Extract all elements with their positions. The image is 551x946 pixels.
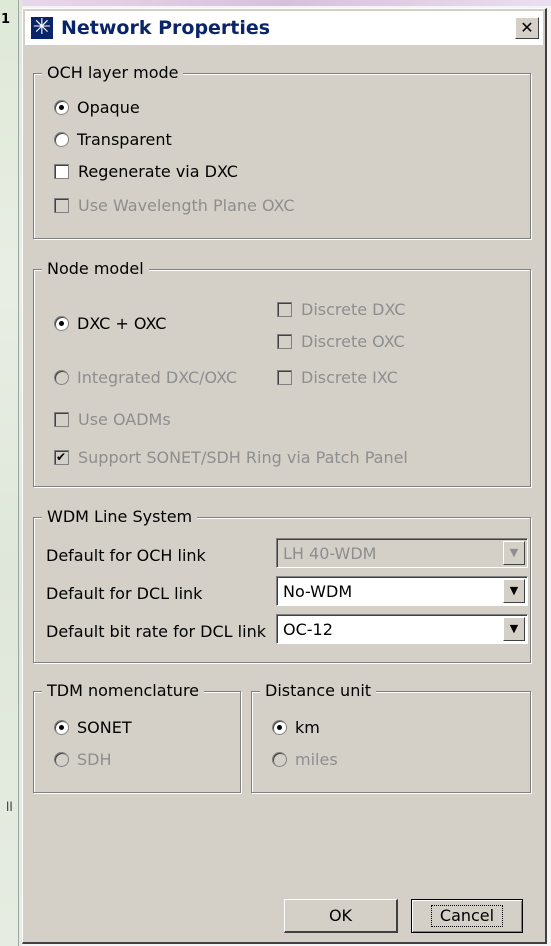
opaque-option[interactable]: Opaque: [54, 96, 140, 118]
sonet-radio[interactable]: [54, 719, 69, 735]
screen: 1 ll ✳ Network Properties ✕ OCH layer mo…: [0, 0, 551, 946]
wavelength-plane-option: Use Wavelength Plane OXC: [54, 194, 294, 216]
km-label: km: [295, 717, 320, 737]
tdm-nomenclature-group: TDM nomenclature SONET SDH: [33, 681, 241, 793]
transparent-option[interactable]: Transparent: [54, 128, 172, 150]
regenerate-checkbox[interactable]: [54, 163, 69, 179]
background-divider: [18, 0, 19, 946]
dcl-link-combo[interactable]: No-WDM ▼: [276, 576, 528, 606]
dxc-oxc-label: DXC + OXC: [77, 313, 167, 333]
wavelength-plane-checkbox: [54, 197, 69, 213]
discrete-ixc-checkbox: [277, 369, 292, 385]
background-marker: 1: [1, 12, 11, 27]
dxc-oxc-radio[interactable]: [54, 315, 69, 331]
node-model-group: Node model DXC + OXC Integrated DXC/OXC …: [33, 259, 531, 487]
sdh-label: SDH: [77, 749, 112, 769]
opaque-label: Opaque: [77, 97, 140, 117]
och-link-label: Default for OCH link: [46, 546, 206, 565]
regenerate-label: Regenerate via DXC: [78, 161, 238, 181]
och-link-value: LH 40-WDM: [283, 544, 377, 563]
dcl-bitrate-combo[interactable]: OC-12 ▼: [276, 614, 528, 644]
network-star-icon: ✳: [31, 15, 53, 40]
och-link-dropdown-arrow-icon: ▼: [503, 541, 525, 565]
discrete-dxc-label: Discrete DXC: [301, 299, 406, 319]
dcl-link-label: Default for DCL link: [46, 584, 203, 603]
miles-label: miles: [295, 749, 338, 769]
title-bar[interactable]: ✳ Network Properties ✕: [25, 11, 543, 45]
discrete-oxc-option: Discrete OXC: [277, 330, 405, 352]
sonet-label: SONET: [77, 717, 132, 737]
window-title: Network Properties: [61, 17, 271, 39]
och-link-combo: LH 40-WDM ▼: [276, 538, 528, 568]
transparent-label: Transparent: [77, 129, 172, 149]
discrete-oxc-label: Discrete OXC: [301, 331, 405, 351]
support-sonet-option: Support SONET/SDH Ring via Patch Panel: [54, 446, 408, 468]
sdh-option: SDH: [54, 748, 112, 770]
sonet-option[interactable]: SONET: [54, 716, 132, 738]
miles-radio: [272, 751, 287, 767]
sdh-radio: [54, 751, 69, 767]
use-oadms-label: Use OADMs: [78, 409, 171, 429]
km-option[interactable]: km: [272, 716, 320, 738]
dxc-oxc-option[interactable]: DXC + OXC: [54, 312, 166, 334]
integrated-option: Integrated DXC/OXC: [54, 366, 237, 388]
wavelength-plane-label: Use Wavelength Plane OXC: [78, 195, 295, 215]
support-sonet-checkbox: [54, 449, 69, 465]
dcl-bitrate-dropdown-arrow-icon[interactable]: ▼: [503, 617, 525, 641]
och-layer-mode-group: OCH layer mode Opaque Transparent Regene…: [33, 63, 531, 239]
miles-option: miles: [272, 748, 338, 770]
close-button[interactable]: ✕: [515, 17, 539, 39]
wdm-line-system-title: WDM Line System: [42, 507, 198, 526]
opaque-radio[interactable]: [54, 99, 69, 115]
discrete-dxc-option: Discrete DXC: [277, 298, 405, 320]
discrete-dxc-checkbox: [277, 301, 292, 317]
node-model-title: Node model: [42, 259, 149, 278]
och-layer-mode-title: OCH layer mode: [42, 63, 184, 82]
dcl-link-value: No-WDM: [283, 582, 353, 601]
integrated-label: Integrated DXC/OXC: [77, 367, 238, 387]
dcl-link-dropdown-arrow-icon[interactable]: ▼: [503, 579, 525, 603]
network-properties-dialog: ✳ Network Properties ✕ OCH layer mode Op…: [22, 8, 547, 944]
use-oadms-checkbox: [54, 411, 69, 427]
cancel-button-label: Cancel: [430, 905, 504, 927]
background-top-strip: [22, 0, 551, 6]
discrete-ixc-option: Discrete IXC: [277, 366, 398, 388]
background-side-marker: ll: [6, 800, 13, 814]
wdm-line-system-group: WDM Line System Default for OCH link LH …: [33, 507, 531, 663]
integrated-radio: [54, 369, 69, 385]
discrete-oxc-checkbox: [277, 333, 292, 349]
km-radio[interactable]: [272, 719, 287, 735]
dcl-bitrate-value: OC-12: [283, 620, 333, 639]
tdm-nomenclature-title: TDM nomenclature: [42, 681, 205, 700]
distance-unit-title: Distance unit: [260, 681, 377, 700]
support-sonet-label: Support SONET/SDH Ring via Patch Panel: [78, 447, 408, 467]
transparent-radio[interactable]: [54, 131, 69, 147]
regenerate-option[interactable]: Regenerate via DXC: [54, 160, 238, 182]
discrete-ixc-label: Discrete IXC: [301, 367, 398, 387]
use-oadms-option: Use OADMs: [54, 408, 171, 430]
dcl-bitrate-label: Default bit rate for DCL link: [46, 622, 266, 641]
distance-unit-group: Distance unit km miles: [251, 681, 531, 793]
ok-button[interactable]: OK: [284, 899, 398, 933]
cancel-button[interactable]: Cancel: [411, 899, 523, 933]
